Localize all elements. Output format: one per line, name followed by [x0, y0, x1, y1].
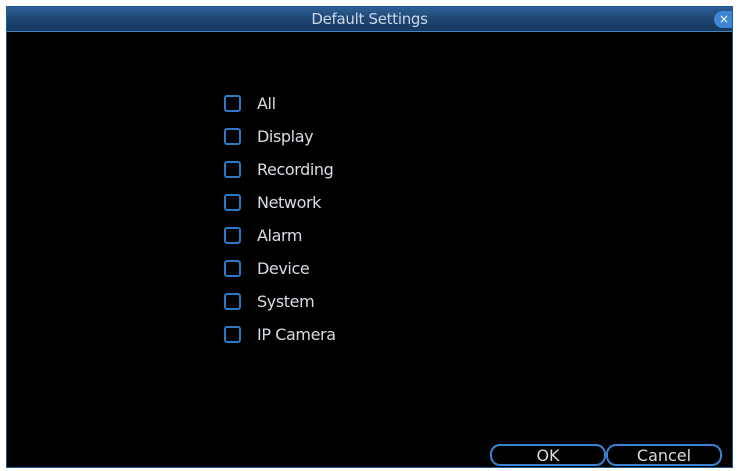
- option-all[interactable]: All: [224, 87, 336, 120]
- checkbox-icon[interactable]: [224, 260, 241, 277]
- option-recording[interactable]: Recording: [224, 153, 336, 186]
- option-label: Display: [257, 127, 314, 146]
- checkbox-icon[interactable]: [224, 227, 241, 244]
- option-label: Recording: [257, 160, 334, 179]
- option-label: Device: [257, 259, 310, 278]
- option-ip-camera[interactable]: IP Camera: [224, 318, 336, 351]
- option-label: IP Camera: [257, 325, 336, 344]
- option-network[interactable]: Network: [224, 186, 336, 219]
- option-device[interactable]: Device: [224, 252, 336, 285]
- ok-button[interactable]: OK: [490, 444, 606, 466]
- option-label: System: [257, 292, 315, 311]
- option-system[interactable]: System: [224, 285, 336, 318]
- settings-options-list: All Display Recording Network Alarm Devi…: [224, 87, 336, 351]
- checkbox-icon[interactable]: [224, 326, 241, 343]
- checkbox-icon[interactable]: [224, 161, 241, 178]
- title-bar: Default Settings ×: [7, 7, 732, 32]
- checkbox-icon[interactable]: [224, 128, 241, 145]
- checkbox-icon[interactable]: [224, 194, 241, 211]
- option-display[interactable]: Display: [224, 120, 336, 153]
- option-label: All: [257, 94, 276, 113]
- default-settings-dialog: Default Settings × All Display Recording…: [6, 6, 733, 468]
- option-alarm[interactable]: Alarm: [224, 219, 336, 252]
- dialog-title: Default Settings: [311, 10, 428, 28]
- close-icon[interactable]: ×: [714, 11, 732, 28]
- option-label: Alarm: [257, 226, 303, 245]
- checkbox-icon[interactable]: [224, 95, 241, 112]
- option-label: Network: [257, 193, 322, 212]
- checkbox-icon[interactable]: [224, 293, 241, 310]
- cancel-button[interactable]: Cancel: [606, 444, 722, 466]
